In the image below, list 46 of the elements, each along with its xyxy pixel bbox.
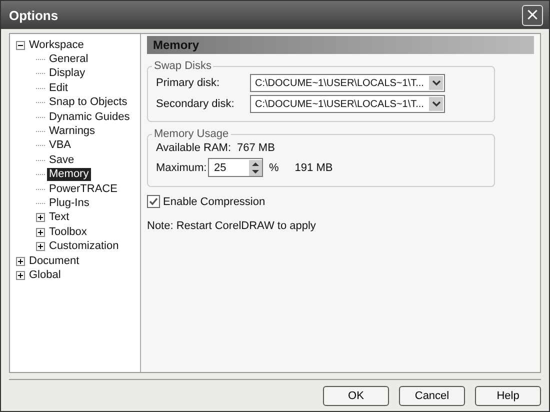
- tree-item[interactable]: Dynamic Guides: [47, 110, 132, 124]
- field-label: Secondary disk:: [156, 98, 236, 110]
- tree-item[interactable]: Save: [47, 154, 76, 167]
- dialog-button[interactable]: OK: [323, 386, 389, 406]
- tree-item[interactable]: Snap to Objects: [47, 96, 130, 110]
- tree-item[interactable]: Document: [27, 254, 82, 268]
- checkbox-label[interactable]: Enable Compression: [163, 196, 266, 208]
- tree-item[interactable]: Warnings: [47, 125, 98, 138]
- tree-item[interactable]: Memory: [47, 168, 91, 182]
- tree-item[interactable]: Global: [27, 268, 63, 282]
- tree-item[interactable]: Display: [47, 67, 88, 80]
- ram-value: 767 MB: [237, 142, 275, 154]
- tree-item[interactable]: Edit: [47, 82, 70, 95]
- chevron-down-icon: [429, 97, 443, 111]
- expander-icon[interactable]: [16, 270, 25, 280]
- field-label: Available RAM:: [156, 142, 231, 154]
- spin-field[interactable]: 25: [208, 158, 263, 177]
- expander-icon[interactable]: [16, 40, 25, 50]
- dialog-button[interactable]: Help: [475, 386, 541, 406]
- panel-title: Memory: [153, 38, 200, 52]
- expander-icon[interactable]: [36, 213, 45, 222]
- checkbox[interactable]: [147, 195, 160, 208]
- tree-item[interactable]: PowerTRACE: [47, 182, 120, 196]
- group-legend: Swap Disks: [152, 60, 214, 72]
- tree-item[interactable]: Text: [47, 211, 72, 224]
- tree-item[interactable]: Workspace: [27, 38, 86, 52]
- tree-item[interactable]: Plug-Ins: [47, 196, 92, 210]
- tree-item[interactable]: General: [47, 53, 90, 66]
- tree-item[interactable]: Customization: [47, 240, 121, 254]
- tree-item[interactable]: VBA: [47, 139, 74, 152]
- expander-icon[interactable]: [36, 242, 45, 252]
- window-title: Options: [9, 8, 58, 22]
- dialog-button[interactable]: Cancel: [399, 386, 465, 406]
- dropdown-field[interactable]: C:\DOCUME~1\USER\LOCALS~1\T...: [250, 95, 445, 113]
- field-label: Primary disk:: [156, 77, 221, 89]
- size-value: 191 MB: [294, 162, 333, 174]
- expander-icon[interactable]: [36, 228, 45, 237]
- close-button[interactable]: ×: [522, 4, 543, 26]
- dropdown-field[interactable]: C:\DOCUME~1\USER\LOCALS~1\T...: [250, 74, 445, 92]
- spin-arrows-icon: [249, 160, 262, 176]
- chevron-down-icon: [429, 76, 443, 90]
- tree-item[interactable]: Toolbox: [47, 226, 89, 239]
- group-legend: Memory Usage: [152, 128, 231, 140]
- unit-label: %: [269, 162, 279, 174]
- expander-icon[interactable]: [16, 256, 25, 266]
- note-text: Note: Restart CorelDRAW to apply: [147, 220, 317, 232]
